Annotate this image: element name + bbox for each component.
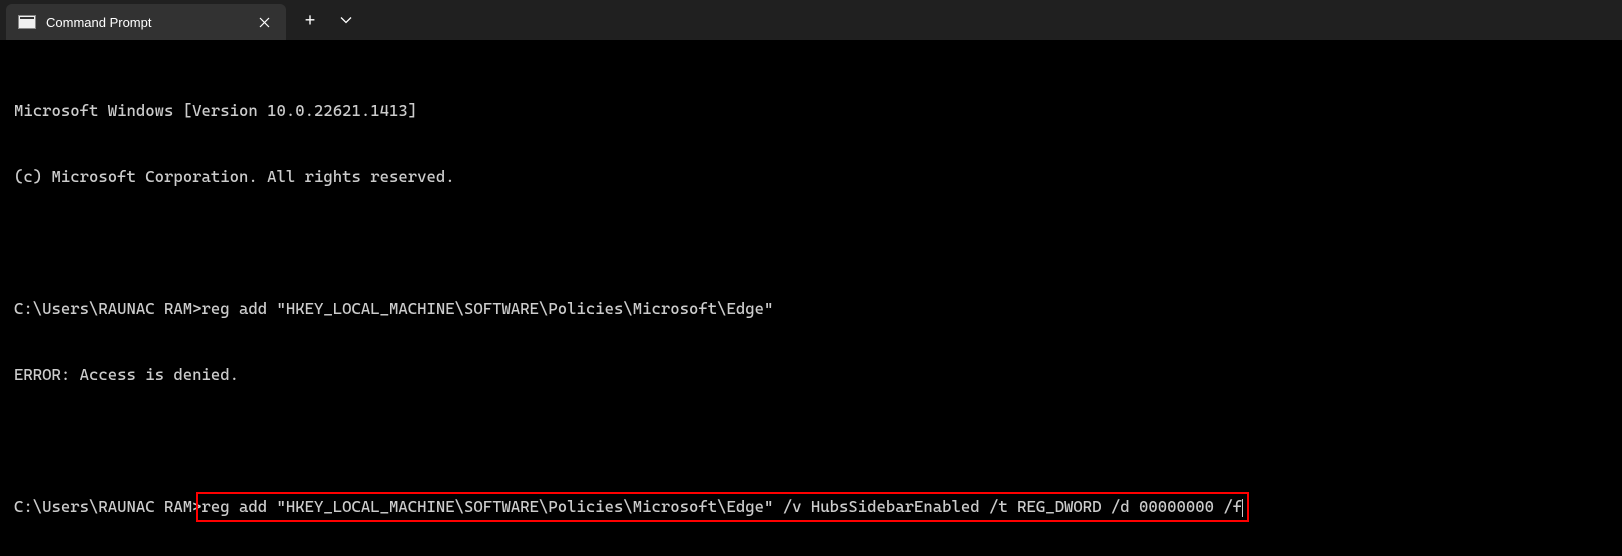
tab-dropdown-button[interactable]: [330, 4, 362, 36]
command-line-2: C:\Users\RAUNAC RAM>reg add "HKEY_LOCAL_…: [14, 496, 1608, 518]
copyright-line: (c) Microsoft Corporation. All rights re…: [14, 166, 1608, 188]
title-bar: Command Prompt +: [0, 0, 1622, 40]
title-bar-controls: +: [286, 4, 362, 36]
prompt-1: C:\Users\RAUNAC RAM>: [14, 299, 202, 318]
command-line-1: C:\Users\RAUNAC RAM>reg add "HKEY_LOCAL_…: [14, 298, 1608, 320]
command-1: reg add "HKEY_LOCAL_MACHINE\SOFTWARE\Pol…: [202, 299, 774, 318]
close-tab-button[interactable]: [254, 12, 274, 32]
text-cursor: [1242, 499, 1243, 517]
new-tab-button[interactable]: +: [294, 4, 326, 36]
tab-title: Command Prompt: [46, 15, 244, 30]
command-2: reg add "HKEY_LOCAL_MACHINE\SOFTWARE\Pol…: [202, 497, 1243, 516]
prompt-2: C:\Users\RAUNAC RAM>: [14, 496, 202, 518]
terminal-output[interactable]: Microsoft Windows [Version 10.0.22621.14…: [0, 40, 1622, 556]
blank-line: [14, 232, 1608, 254]
highlighted-command: reg add "HKEY_LOCAL_MACHINE\SOFTWARE\Pol…: [196, 492, 1250, 522]
error-line: ERROR: Access is denied.: [14, 364, 1608, 386]
tab-command-prompt[interactable]: Command Prompt: [6, 4, 286, 40]
cmd-icon: [18, 15, 36, 29]
version-line: Microsoft Windows [Version 10.0.22621.14…: [14, 100, 1608, 122]
blank-line-2: [14, 430, 1608, 452]
